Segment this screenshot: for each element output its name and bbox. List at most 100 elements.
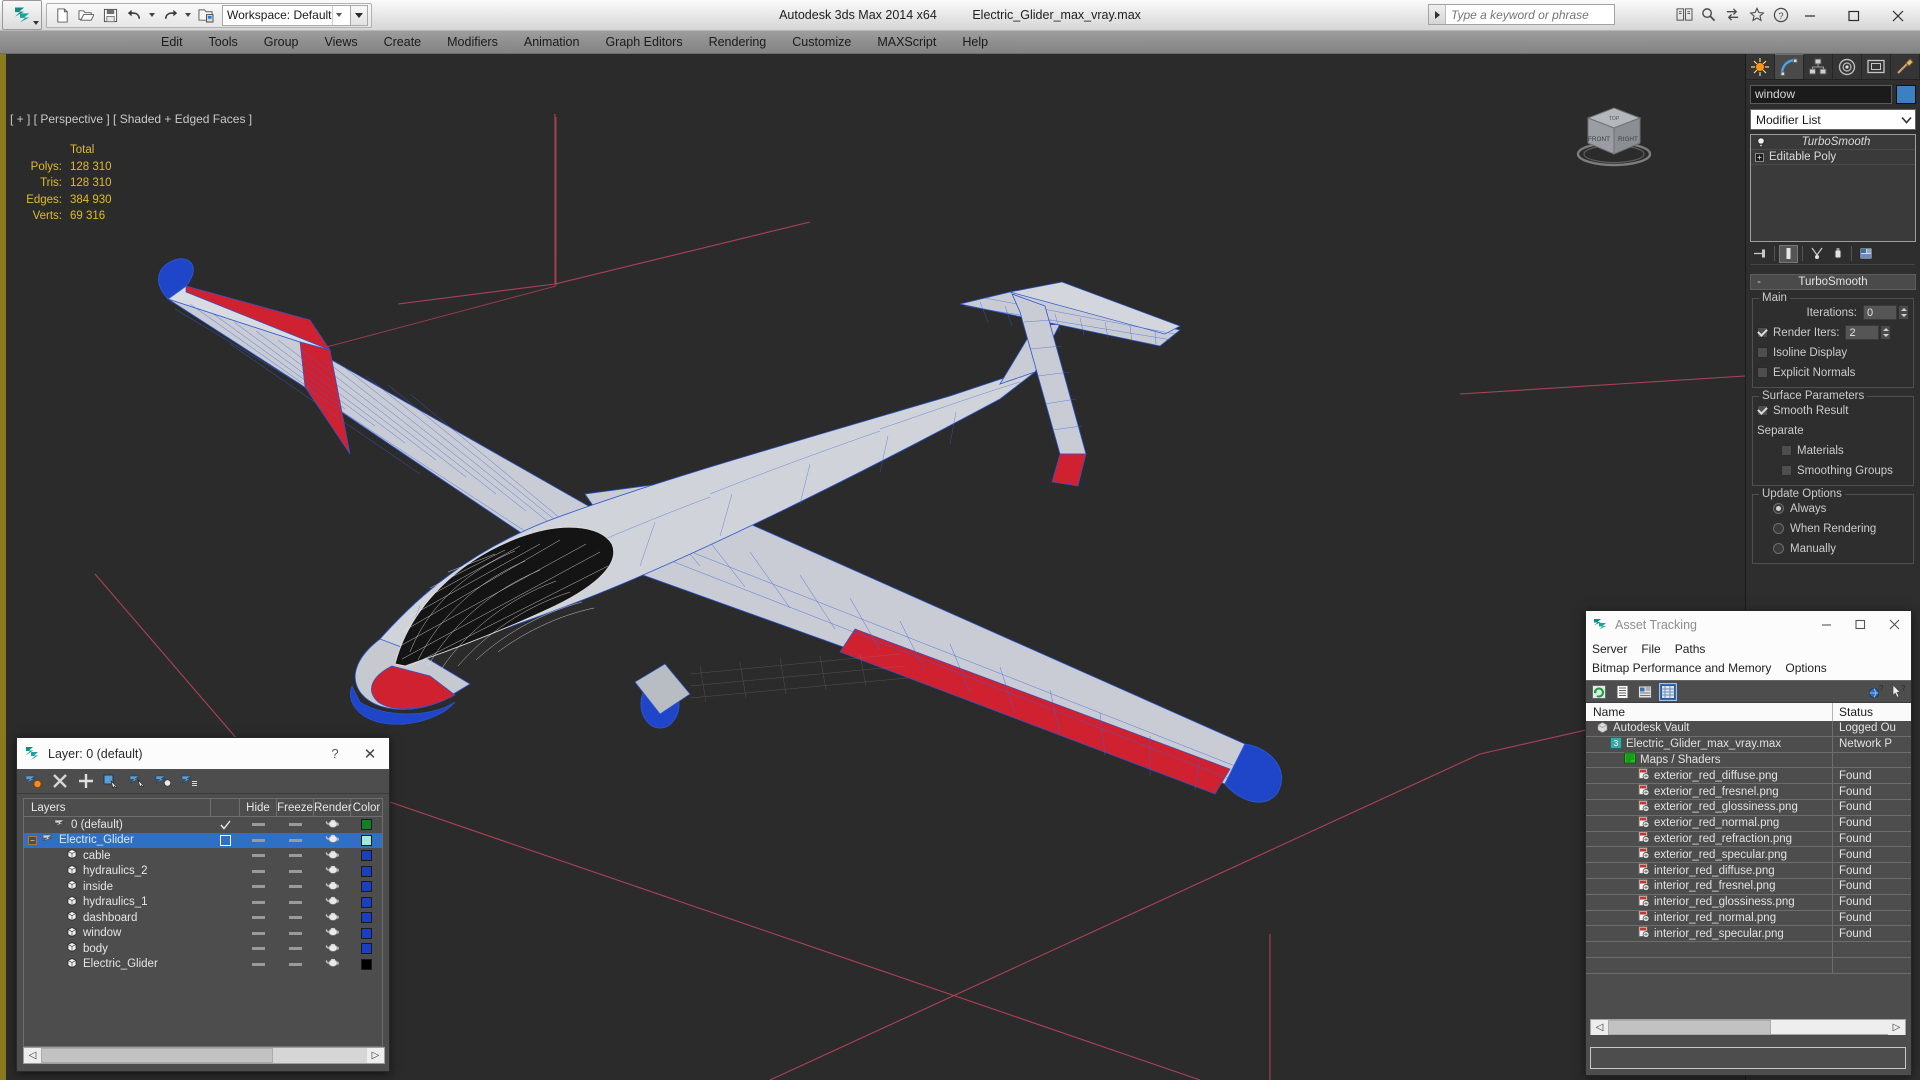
layer-current-cell[interactable] bbox=[211, 820, 240, 830]
layer-render-cell[interactable] bbox=[314, 942, 351, 956]
layer-properties-icon[interactable] bbox=[181, 773, 198, 790]
refresh-icon[interactable] bbox=[1591, 684, 1607, 700]
chevron-down-icon[interactable] bbox=[1897, 110, 1915, 129]
layer-dialog-help-button[interactable]: ? bbox=[319, 746, 351, 761]
object-name-field[interactable]: window bbox=[1750, 85, 1892, 104]
smooth-result-row[interactable]: Smooth Result bbox=[1757, 402, 1909, 419]
asset-scroll-right-icon[interactable]: ▷ bbox=[1888, 1019, 1905, 1035]
isoline-display-row[interactable]: Isoline Display bbox=[1757, 344, 1909, 361]
layer-hide-cell[interactable] bbox=[240, 947, 277, 951]
asset-name-cell[interactable]: exterior_red_normal.png bbox=[1586, 815, 1833, 832]
infocenter-icon[interactable] bbox=[1675, 5, 1694, 24]
layer-hide-cell[interactable] bbox=[240, 869, 277, 873]
menu-item-graph-editors[interactable]: Graph Editors bbox=[592, 33, 695, 51]
search-box[interactable] bbox=[1428, 4, 1615, 25]
asset-name-cell[interactable]: exterior_red_specular.png bbox=[1586, 846, 1833, 863]
layer-dialog-close-button[interactable]: ✕ bbox=[351, 745, 389, 763]
asset-name-cell[interactable] bbox=[1586, 941, 1833, 958]
utilities-tab[interactable] bbox=[1891, 54, 1920, 79]
smoothing-groups-row[interactable]: Smoothing Groups bbox=[1757, 462, 1909, 479]
asset-row[interactable]: interior_red_diffuse.png Found bbox=[1586, 862, 1911, 879]
redo-button[interactable] bbox=[158, 4, 182, 26]
maximize-button[interactable] bbox=[1832, 0, 1876, 31]
asset-row[interactable]: interior_red_specular.png Found bbox=[1586, 925, 1911, 943]
layer-row[interactable]: cable bbox=[24, 848, 382, 864]
menu-item-modifiers[interactable]: Modifiers bbox=[434, 33, 511, 51]
asset-row[interactable]: exterior_red_diffuse.png Found bbox=[1586, 767, 1911, 785]
modifier-stack-item-editable-poly[interactable]: + Editable Poly bbox=[1751, 150, 1915, 165]
layer-hide-cell[interactable] bbox=[240, 900, 277, 904]
manually-radio[interactable] bbox=[1773, 543, 1784, 554]
layer-freeze-cell[interactable] bbox=[277, 916, 314, 920]
iterations-spinner[interactable] bbox=[1898, 305, 1909, 320]
materials-row[interactable]: Materials bbox=[1757, 442, 1909, 459]
smoothing-groups-checkbox[interactable] bbox=[1781, 465, 1792, 476]
modify-tab[interactable] bbox=[1775, 54, 1804, 79]
layer-render-cell[interactable] bbox=[314, 818, 351, 832]
grid-view-icon[interactable] bbox=[1659, 682, 1677, 701]
layer-name-cell[interactable]: window bbox=[24, 926, 211, 941]
rollout-collapse-icon[interactable]: - bbox=[1751, 276, 1767, 288]
close-button[interactable] bbox=[1876, 0, 1920, 31]
asset-menu-paths[interactable]: Paths bbox=[1675, 642, 1706, 656]
render-iters-spinner[interactable] bbox=[1880, 325, 1892, 340]
open-file-button[interactable] bbox=[74, 4, 98, 26]
layer-row[interactable]: hydraulics_2 bbox=[24, 864, 382, 880]
layer-row[interactable]: dashboard bbox=[24, 910, 382, 926]
layer-name-cell[interactable]: inside bbox=[24, 879, 211, 894]
layer-row[interactable]: 0 (default) bbox=[24, 817, 382, 833]
asset-scroll-left-icon[interactable]: ◁ bbox=[1591, 1019, 1608, 1035]
layer-current-cell[interactable] bbox=[211, 834, 240, 846]
asset-row[interactable]: Maps / Shaders bbox=[1586, 752, 1911, 769]
layer-color-cell[interactable] bbox=[351, 819, 382, 831]
search-icon[interactable] bbox=[1699, 5, 1718, 24]
asset-row[interactable]: exterior_red_glossiness.png Found bbox=[1586, 799, 1911, 816]
layer-row[interactable]: window bbox=[24, 926, 382, 942]
layer-freeze-cell[interactable] bbox=[277, 947, 314, 951]
layer-render-cell[interactable] bbox=[314, 864, 351, 878]
menu-item-rendering[interactable]: Rendering bbox=[696, 33, 780, 51]
render-iters-checkbox[interactable] bbox=[1757, 327, 1768, 338]
asset-row[interactable] bbox=[1586, 957, 1911, 974]
show-end-result-icon[interactable] bbox=[1779, 244, 1798, 263]
remove-modifier-icon[interactable] bbox=[1828, 245, 1847, 263]
asset-name-cell[interactable]: exterior_red_fresnel.png bbox=[1586, 783, 1833, 800]
layer-row[interactable]: Electric_Glider bbox=[24, 957, 382, 973]
undo-dropdown-caret-icon[interactable] bbox=[149, 13, 155, 17]
hierarchy-tab[interactable] bbox=[1804, 54, 1833, 79]
update-option-always-row[interactable]: Always bbox=[1757, 500, 1909, 517]
redo-dropdown-caret-icon[interactable] bbox=[185, 13, 191, 17]
explicit-normals-row[interactable]: Explicit Normals bbox=[1757, 364, 1909, 381]
layer-name-cell[interactable]: − Electric_Glider bbox=[24, 833, 211, 847]
asset-horizontal-scrollbar[interactable]: ◁ ▷ bbox=[1590, 1019, 1906, 1035]
asset-rows-container[interactable]: Autodesk Vault Logged Ou 3 Electric_Glider_… bbox=[1586, 721, 1911, 1023]
menu-item-help[interactable]: Help bbox=[949, 33, 1001, 51]
asset-row[interactable]: exterior_red_specular.png Found bbox=[1586, 846, 1911, 864]
layer-name-cell[interactable]: dashboard bbox=[24, 910, 211, 925]
asset-name-cell[interactable]: exterior_red_diffuse.png bbox=[1586, 767, 1833, 784]
menu-item-maxscript[interactable]: MAXScript bbox=[864, 33, 949, 51]
modifier-stack[interactable]: TurboSmooth + Editable Poly bbox=[1750, 134, 1916, 242]
scrollbar-thumb[interactable] bbox=[41, 1048, 273, 1063]
favorites-star-icon[interactable] bbox=[1747, 5, 1766, 24]
select-objects-in-layer-icon[interactable] bbox=[103, 773, 120, 790]
minimize-button[interactable] bbox=[1788, 0, 1832, 31]
select-highlighted-objects-icon[interactable] bbox=[129, 773, 146, 790]
layer-name-cell[interactable]: hydraulics_2 bbox=[24, 864, 211, 879]
asset-column-status[interactable]: Status bbox=[1833, 705, 1911, 719]
isoline-display-checkbox[interactable] bbox=[1757, 347, 1768, 358]
lightbulb-icon[interactable] bbox=[1755, 136, 1766, 148]
new-file-button[interactable] bbox=[50, 4, 74, 26]
menu-item-create[interactable]: Create bbox=[371, 33, 435, 51]
layer-render-cell[interactable] bbox=[314, 957, 351, 971]
layer-freeze-cell[interactable] bbox=[277, 962, 314, 966]
layer-render-cell[interactable] bbox=[314, 895, 351, 909]
menu-item-group[interactable]: Group bbox=[251, 33, 312, 51]
create-tab[interactable] bbox=[1746, 54, 1775, 79]
layer-freeze-cell[interactable] bbox=[277, 823, 314, 827]
rollout-header[interactable]: - TurboSmooth bbox=[1750, 274, 1916, 290]
save-file-button[interactable] bbox=[98, 4, 122, 26]
asset-row[interactable]: exterior_red_normal.png Found bbox=[1586, 815, 1911, 832]
layer-color-cell[interactable] bbox=[351, 927, 382, 939]
layer-horizontal-scrollbar[interactable]: ◁ ▷ bbox=[23, 1047, 385, 1064]
